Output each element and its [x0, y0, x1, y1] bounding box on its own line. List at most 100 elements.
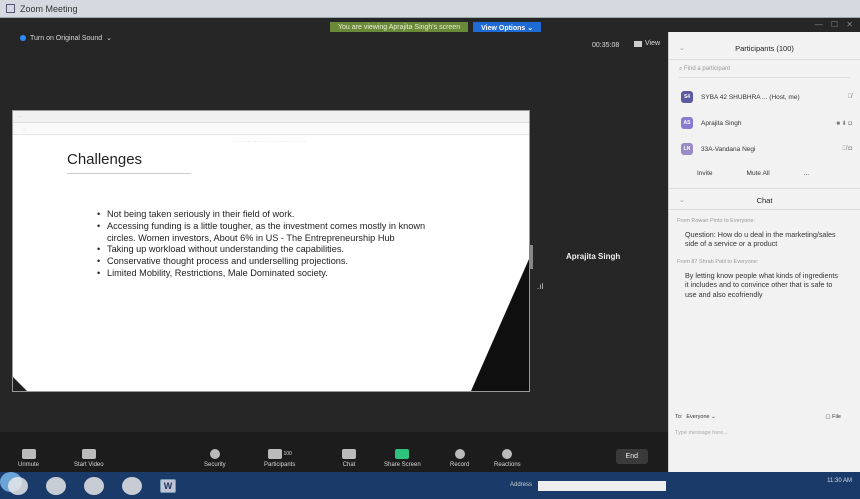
record-button[interactable]: Record — [450, 449, 469, 468]
participant-name: SYBA 42 SHUBHRA ... (Host, me) — [701, 93, 800, 101]
share-resize-handle[interactable] — [529, 245, 533, 269]
chat-recipient-row: To: Everyone ⌄ ▢ File — [675, 414, 855, 420]
slide-bullet: Taking up workload without understanding… — [97, 244, 437, 256]
start-video-button[interactable]: Start Video — [74, 449, 104, 468]
participant-row[interactable]: LN 33A-Vandana Negi 🎙̸ ◘ — [669, 136, 860, 162]
chat-message-input[interactable]: Type message here... — [675, 430, 728, 436]
smiley-icon — [502, 449, 513, 459]
participants-label: Participants — [264, 462, 296, 468]
participants-count: 100 — [283, 451, 292, 457]
security-button[interactable]: Security — [204, 449, 226, 468]
zoom-app-icon — [6, 4, 15, 13]
browser-address-bar: ... — [13, 123, 529, 135]
collapse-chevron-icon[interactable]: ⌄ — [679, 44, 685, 52]
invite-button[interactable]: Invite — [697, 170, 713, 177]
side-panel: ⌄ Participants (100) ⌕ Find a participan… — [668, 32, 860, 472]
slide-title-rule — [67, 173, 191, 174]
chat-message-text: By letting know people what kinds of ing… — [685, 270, 839, 299]
participant-search-input[interactable]: ⌕ Find a participant — [679, 66, 850, 78]
share-screen-button[interactable]: Share Screen — [384, 449, 421, 468]
participant-status-icons[interactable]: 🎙̸ ◘ — [842, 146, 852, 152]
slide-bullet: Accessing funding is a little tougher, a… — [97, 221, 437, 245]
video-camera-icon — [81, 449, 96, 459]
chat-title: Chat — [756, 196, 773, 205]
avatar: LN — [681, 143, 693, 155]
share-screen-icon — [395, 449, 410, 459]
end-meeting-button[interactable]: End — [615, 449, 648, 464]
chat-label: Chat — [342, 462, 356, 468]
window-title: Zoom Meeting — [20, 3, 78, 14]
chat-message-sender: From Rowan Pinto to Everyone: — [677, 218, 755, 224]
original-sound-toggle[interactable]: Turn on Original Sound ⌄ — [20, 34, 112, 42]
avatar: S4 — [681, 91, 693, 103]
word-taskbar-icon[interactable]: W — [160, 478, 176, 493]
participant-actions: Invite Mute All ... — [669, 162, 860, 184]
reactions-label: Reactions — [494, 462, 521, 468]
windows-taskbar: W — [0, 472, 860, 499]
browser-taskbar-icon[interactable] — [8, 476, 28, 495]
participant-name: 33A-Vandana Negi — [701, 145, 756, 153]
record-icon — [454, 449, 465, 459]
shield-icon — [209, 449, 220, 459]
slide-bullet-list: Not being taken seriously in their field… — [97, 209, 437, 280]
meeting-timer: 00:35:08 — [592, 42, 620, 49]
avatar: AS — [681, 117, 693, 129]
share-screen-label: Share Screen — [384, 462, 421, 468]
unmute-button[interactable]: Unmute — [18, 449, 39, 468]
participants-icon-group: 100 — [267, 449, 292, 459]
participants-header: ⌄ Participants (100) — [669, 32, 860, 60]
active-speaker-name: Aprajita Singh — [566, 252, 621, 261]
address-label: Address — [510, 482, 533, 488]
original-sound-label: Turn on Original Sound — [30, 34, 103, 42]
reactions-button[interactable]: Reactions — [494, 449, 521, 468]
shared-screen: ... ... · · · · · · · · · · · · · · · · … — [12, 110, 530, 392]
unmute-label: Unmute — [18, 462, 40, 468]
chat-header: ⌄ Chat — [669, 188, 860, 210]
slide-bullet: Conservative thought process and underse… — [97, 256, 437, 268]
slide-title: Challenges — [67, 151, 143, 168]
security-label: Security — [204, 462, 226, 468]
start-video-label: Start Video — [74, 462, 104, 468]
zoom-window: Zoom Meeting You are viewing Aprajita Si… — [0, 0, 860, 499]
camera-taskbar-icon[interactable] — [122, 476, 142, 495]
record-label: Record — [450, 462, 470, 468]
title-bar: Zoom Meeting — [0, 0, 860, 18]
to-label: To: — [675, 414, 683, 420]
chat-button[interactable]: Chat — [342, 449, 356, 468]
original-sound-icon — [20, 35, 26, 41]
participant-name: Aprajita Singh — [701, 119, 742, 127]
grid-icon — [634, 40, 642, 47]
meeting-toolbar: Unmute Start Video Security 100 Particip… — [0, 432, 668, 472]
participants-title: Participants (100) — [735, 44, 794, 53]
mute-all-button[interactable]: Mute All — [747, 170, 770, 177]
slide-left-corner-decoration — [13, 377, 27, 391]
collapse-chevron-icon[interactable]: ⌄ — [679, 196, 685, 204]
browser-tab-bar: ... — [13, 111, 529, 123]
media-player-taskbar-icon[interactable] — [46, 476, 66, 495]
search-placeholder: Find a participant — [684, 66, 731, 72]
chrome-taskbar-icon[interactable] — [84, 476, 104, 495]
view-button[interactable]: View — [634, 40, 660, 47]
muted-microphone-icon[interactable]: 🎙̸ — [848, 94, 853, 100]
recipient-dropdown[interactable]: Everyone ⌄ — [686, 414, 715, 420]
pdf-toolbar: · · · · · · · · · · · · · · · · · · · · … — [233, 139, 306, 144]
slide-bullet: Limited Mobility, Restrictions, Male Dom… — [97, 268, 437, 280]
system-clock: 11:30 AM — [827, 478, 852, 484]
chevron-down-icon: ⌄ — [106, 35, 112, 42]
window-controls[interactable]: — ☐ ✕ — [815, 20, 856, 29]
slide-bullet: Not being taken seriously in their field… — [97, 209, 437, 221]
chat-message-sender: From 87 Shrab Patil to Everyone: — [677, 258, 759, 265]
taskbar-address-input[interactable] — [538, 481, 666, 491]
participant-row[interactable]: AS Aprajita Singh ■ ⬇ ◘ — [669, 110, 860, 136]
chat-message-text: Question: How do u deal in the marketing… — [685, 230, 836, 249]
participant-status-icons[interactable]: ■ ⬇ ◘ — [836, 120, 852, 127]
microphone-icon — [21, 449, 36, 459]
slide-corner-decoration — [471, 259, 529, 391]
file-button[interactable]: ▢ File — [825, 414, 841, 420]
signal-icon: .ıl — [537, 282, 544, 291]
file-label: File — [832, 414, 841, 420]
more-options-button[interactable]: ... — [804, 170, 809, 177]
participants-button[interactable]: 100 Participants — [264, 449, 295, 468]
people-icon — [267, 449, 282, 459]
participant-row[interactable]: S4 SYBA 42 SHUBHRA ... (Host, me) 🎙̸ — [669, 84, 860, 110]
